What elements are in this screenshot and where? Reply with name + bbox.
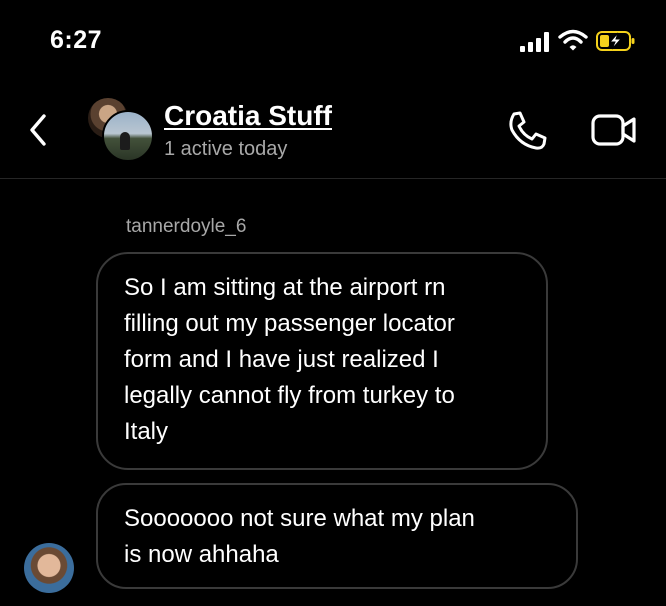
message-bubble[interactable]: So I am sitting at the airport rn fillin… xyxy=(96,252,548,470)
chevron-left-icon[interactable] xyxy=(24,110,54,150)
wifi-icon xyxy=(558,29,588,51)
video-camera-icon[interactable] xyxy=(590,110,638,150)
message-bubble[interactable]: Sooooooo not sure what my plan is now ah… xyxy=(96,483,578,589)
phone-icon[interactable] xyxy=(504,108,550,154)
member-avatar xyxy=(102,110,154,162)
message-line: Sooooooo not sure what my plan xyxy=(124,505,475,532)
chat-header: Croatia Stuff 1 active today xyxy=(0,80,666,179)
status-bar: 6:27 xyxy=(0,0,666,80)
message-line: is now ahhaha xyxy=(124,541,279,568)
group-avatar[interactable] xyxy=(88,98,154,162)
battery-charging-icon xyxy=(596,31,635,51)
message-line: Italy xyxy=(124,418,169,445)
status-time: 6:27 xyxy=(50,26,103,54)
sender-name: tannerdoyle_6 xyxy=(126,216,247,237)
active-status: 1 active today xyxy=(164,138,288,160)
message-line: filling out my passenger locator xyxy=(124,310,455,337)
message-line: So I am sitting at the airport rn xyxy=(124,274,446,301)
message-line: form and I have just realized I xyxy=(124,346,439,373)
chat-title[interactable]: Croatia Stuff xyxy=(164,100,332,132)
sender-avatar[interactable] xyxy=(24,543,74,593)
cellular-signal-icon xyxy=(520,32,550,52)
message-line: legally cannot fly from turkey to xyxy=(124,382,455,409)
